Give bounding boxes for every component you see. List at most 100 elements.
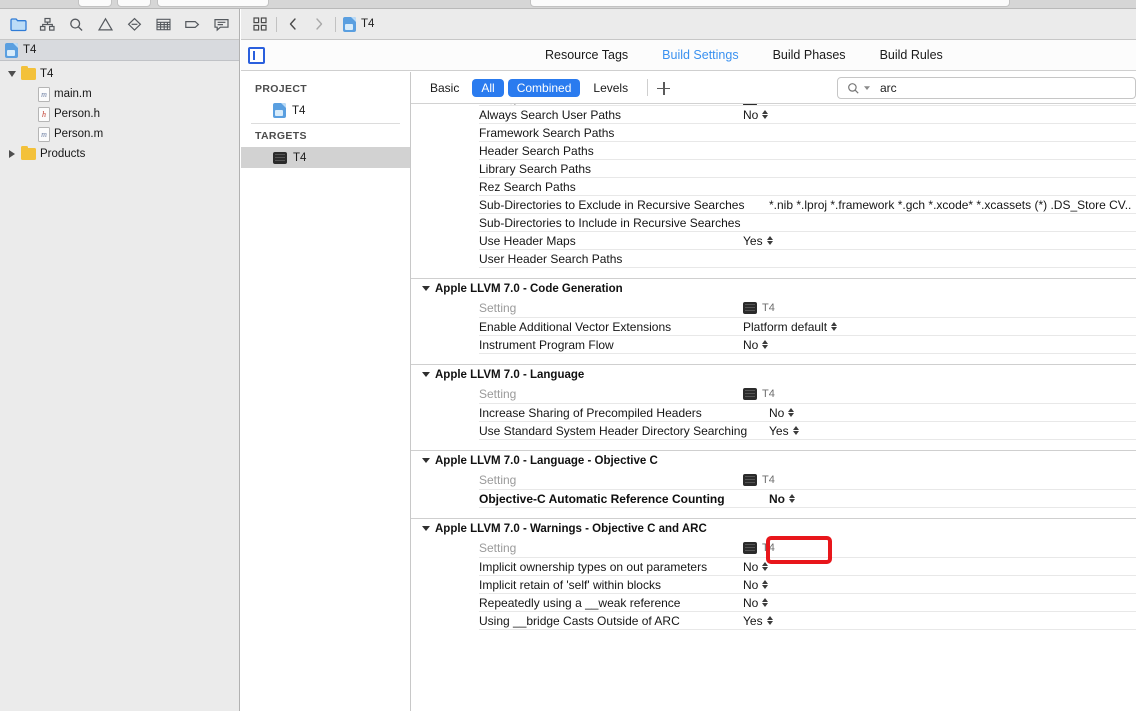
- stepper-icon[interactable]: [762, 597, 769, 608]
- settings-search-field[interactable]: arc: [837, 77, 1136, 99]
- stepper-icon[interactable]: [762, 339, 769, 350]
- back-button[interactable]: [280, 11, 306, 37]
- related-items-icon[interactable]: [247, 11, 273, 37]
- window-toolbar-strip: [0, 0, 1136, 9]
- test-navigator-icon[interactable]: [120, 11, 149, 37]
- tree-item-products[interactable]: Products: [0, 144, 239, 164]
- filter-combined[interactable]: Combined: [507, 78, 581, 97]
- setting-row[interactable]: Implicit ownership types on out paramete…: [479, 558, 1136, 576]
- setting-row[interactable]: Framework Search Paths: [479, 124, 1136, 142]
- setting-row[interactable]: Implicit retain of 'self' within blocks …: [479, 576, 1136, 594]
- filter-basic[interactable]: Basic: [421, 79, 468, 97]
- stepper-icon[interactable]: [762, 579, 769, 590]
- setting-row[interactable]: Always Search User Paths No: [479, 106, 1136, 124]
- setting-value[interactable]: No: [743, 560, 1136, 574]
- setting-row[interactable]: Library Search Paths: [479, 160, 1136, 178]
- setting-value[interactable]: *.nib *.lproj *.framework *.gch *.xcode*…: [769, 198, 1136, 212]
- tab-build-rules[interactable]: Build Rules: [863, 48, 960, 62]
- project-navigator-icon[interactable]: [4, 11, 33, 37]
- toggle-project-navigator-button[interactable]: [248, 46, 265, 64]
- tree-item-label: Person.h: [54, 108, 101, 120]
- stepper-icon[interactable]: [792, 425, 799, 436]
- disclosure-triangle-icon[interactable]: [422, 372, 430, 377]
- source-control-navigator-icon[interactable]: [33, 11, 62, 37]
- disclosure-triangle-icon[interactable]: [6, 69, 17, 80]
- disclosure-triangle-icon[interactable]: [422, 286, 430, 291]
- tab-build-settings[interactable]: Build Settings: [645, 48, 755, 62]
- setting-row[interactable]: Rez Search Paths: [479, 178, 1136, 196]
- tab-resource-tags[interactable]: Resource Tags: [528, 48, 645, 62]
- setting-value[interactable]: No: [743, 338, 1136, 352]
- setting-row[interactable]: Increase Sharing of Precompiled Headers …: [479, 404, 1136, 422]
- report-navigator-icon[interactable]: [207, 11, 236, 37]
- setting-value[interactable]: Yes: [743, 614, 1136, 628]
- tree-item-main-m[interactable]: m main.m: [0, 84, 239, 104]
- issue-navigator-icon[interactable]: [91, 11, 120, 37]
- toolbar-scheme-control[interactable]: [157, 0, 269, 7]
- setting-row-objc-arc[interactable]: Objective-C Automatic Reference Counting…: [479, 490, 1136, 508]
- setting-row[interactable]: Header Search Paths: [479, 142, 1136, 160]
- breakpoint-navigator-icon[interactable]: [178, 11, 207, 37]
- navigator-panel: T4 T4 m main.m h Person.h m Person.m Pro…: [0, 9, 240, 711]
- stepper-icon[interactable]: [762, 109, 769, 120]
- toolbar-button-a[interactable]: [78, 0, 112, 7]
- settings-list[interactable]: Setting T4 Always Search User Paths No F…: [411, 104, 1136, 711]
- setting-row[interactable]: User Header Search Paths: [479, 250, 1136, 268]
- setting-value[interactable]: Platform default: [743, 320, 1136, 334]
- add-user-defined-setting-button[interactable]: [655, 79, 673, 97]
- forward-button[interactable]: [306, 11, 332, 37]
- setting-value[interactable]: No: [769, 406, 1136, 420]
- setting-value[interactable]: No: [743, 596, 1136, 610]
- filter-levels[interactable]: Levels: [584, 79, 637, 97]
- jump-bar: T4: [241, 9, 1136, 40]
- setting-name: Use Header Maps: [479, 233, 576, 248]
- stepper-icon[interactable]: [766, 615, 773, 626]
- group-title: Apple LLVM 7.0 - Language: [435, 368, 585, 381]
- symbol-navigator-icon[interactable]: [62, 11, 91, 37]
- project-list-item-t4[interactable]: T4: [241, 100, 410, 121]
- settings-group-header-language-objective-c[interactable]: Apple LLVM 7.0 - Language - Objective C: [411, 450, 1136, 470]
- stepper-icon[interactable]: [789, 493, 795, 504]
- project-icon: [5, 42, 18, 58]
- toolbar-button-b[interactable]: [117, 0, 151, 7]
- tree-item-person-m[interactable]: m Person.m: [0, 124, 239, 144]
- tab-build-phases[interactable]: Build Phases: [756, 48, 863, 62]
- tree-item-label: Person.m: [54, 128, 104, 140]
- search-value: arc: [880, 81, 897, 95]
- tree-item-t4-group[interactable]: T4: [0, 64, 239, 84]
- settings-group-header-code-generation[interactable]: Apple LLVM 7.0 - Code Generation: [411, 278, 1136, 298]
- divider: [647, 79, 649, 96]
- setting-value[interactable]: No: [743, 578, 1136, 592]
- stepper-icon[interactable]: [831, 321, 838, 332]
- setting-row[interactable]: Repeatedly using a __weak reference No: [479, 594, 1136, 612]
- filter-all[interactable]: All: [472, 78, 504, 97]
- disclosure-triangle-icon[interactable]: [6, 149, 17, 160]
- setting-value[interactable]: Yes: [769, 424, 1136, 438]
- setting-row[interactable]: Using __bridge Casts Outside of ARC Yes: [479, 612, 1136, 630]
- setting-row[interactable]: Enable Additional Vector Extensions Plat…: [479, 318, 1136, 336]
- debug-navigator-icon[interactable]: [149, 11, 178, 37]
- group-title: Apple LLVM 7.0 - Warnings - Objective C …: [435, 522, 707, 535]
- navigator-filter-bar[interactable]: T4: [0, 40, 239, 61]
- setting-row[interactable]: Use Header Maps Yes: [479, 232, 1136, 250]
- setting-value-objc-arc[interactable]: No: [769, 492, 1136, 506]
- setting-value[interactable]: Yes: [743, 234, 1136, 248]
- setting-row[interactable]: Use Standard System Header Directory Sea…: [479, 422, 1136, 440]
- setting-row[interactable]: Instrument Program Flow No: [479, 336, 1136, 354]
- breadcrumb[interactable]: T4: [339, 16, 374, 32]
- disclosure-triangle-icon[interactable]: [422, 458, 430, 463]
- tree-item-label: T4: [40, 68, 54, 80]
- stepper-icon[interactable]: [762, 561, 769, 572]
- target-list-item-t4[interactable]: T4: [241, 147, 410, 168]
- settings-group-header-language[interactable]: Apple LLVM 7.0 - Language: [411, 364, 1136, 384]
- setting-row[interactable]: Sub-Directories to Include in Recursive …: [479, 214, 1136, 232]
- setting-value[interactable]: No: [743, 108, 1136, 122]
- column-header-row: Setting T4: [479, 298, 1136, 318]
- disclosure-triangle-icon[interactable]: [422, 526, 430, 531]
- setting-row[interactable]: Sub-Directories to Exclude in Recursive …: [479, 196, 1136, 214]
- stepper-icon[interactable]: [788, 407, 795, 418]
- stepper-icon[interactable]: [766, 235, 773, 246]
- settings-group-header-warnings-objc-arc[interactable]: Apple LLVM 7.0 - Warnings - Objective C …: [411, 518, 1136, 538]
- tree-item-person-h[interactable]: h Person.h: [0, 104, 239, 124]
- column-header-target: T4: [743, 473, 1136, 486]
